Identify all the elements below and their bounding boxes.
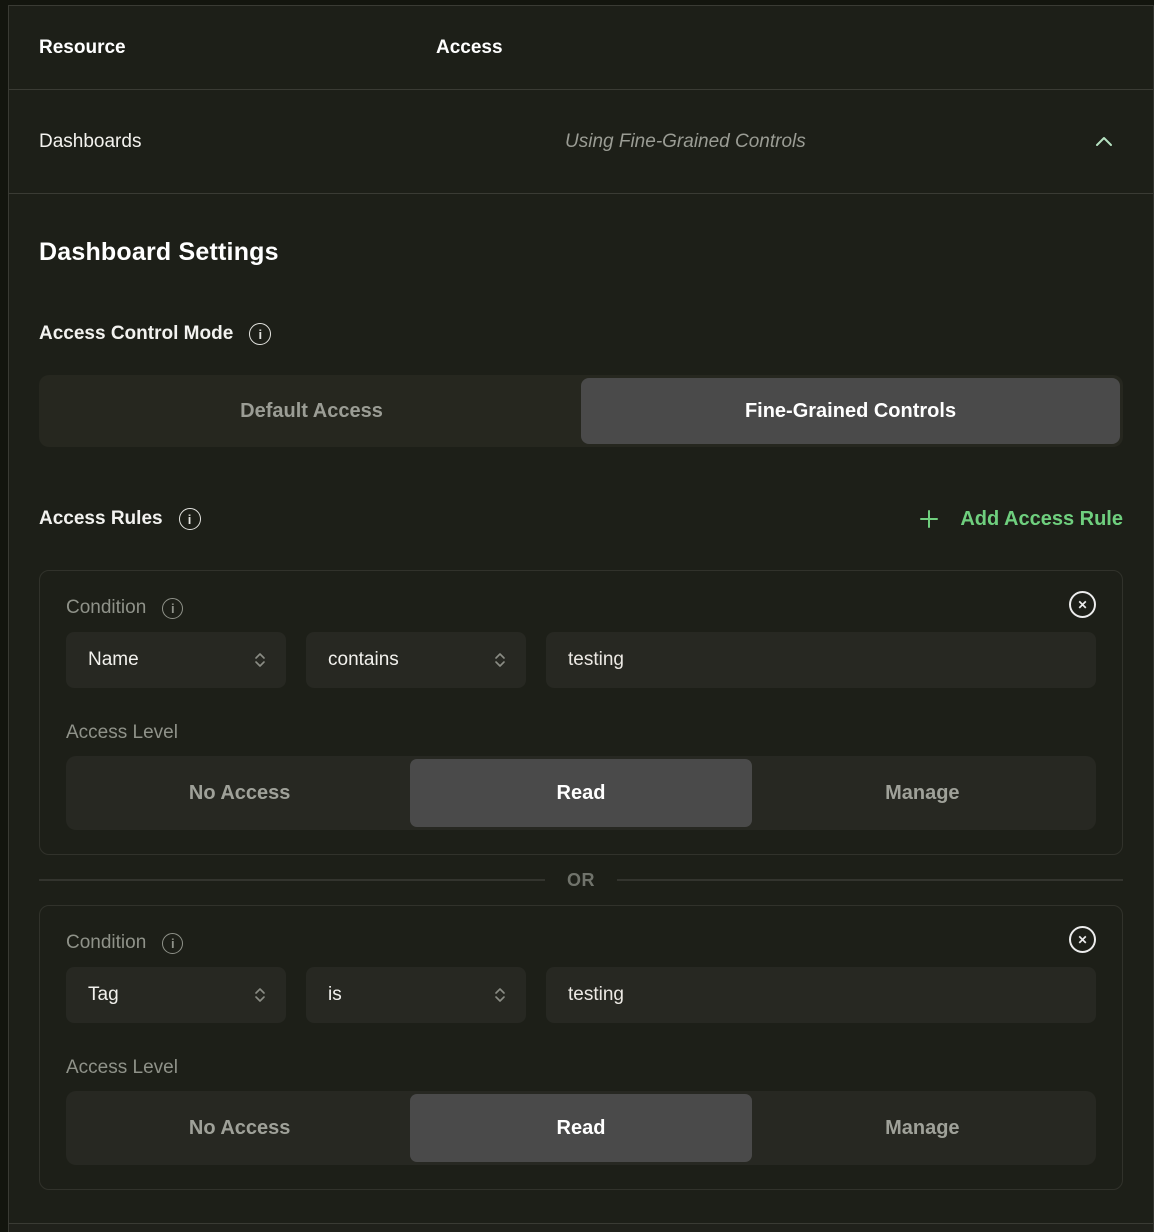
divider-line (39, 879, 545, 881)
chevron-up-icon[interactable] (1091, 129, 1117, 155)
access-rule-card: Condition i ✕ Tag (39, 905, 1123, 1190)
condition-field-select[interactable]: Name (66, 632, 286, 688)
access-summary: Using Fine-Grained Controls (436, 131, 1091, 153)
access-control-mode-row: Access Control Mode i (39, 321, 1123, 347)
condition-label-group: Condition i (66, 930, 183, 956)
rule-card-header: Condition i ✕ (66, 930, 1096, 956)
condition-field-value: Name (88, 649, 139, 671)
condition-operator-select[interactable]: is (306, 967, 526, 1023)
condition-inputs-row: Tag is (66, 967, 1096, 1023)
condition-inputs-row: Name contains (66, 632, 1096, 688)
condition-label: Condition (66, 595, 146, 621)
select-chevrons-icon (252, 986, 268, 1004)
condition-operator-value: contains (328, 649, 399, 671)
access-level-toggle: No Access Read Manage (66, 1091, 1096, 1165)
condition-label-group: Condition i (66, 595, 183, 621)
condition-operator-select[interactable]: contains (306, 632, 526, 688)
access-settings-panel: Resource Access Dashboards Using Fine-Gr… (8, 5, 1154, 1232)
add-access-rule-label: Add Access Rule (960, 508, 1123, 531)
column-header-access: Access (436, 37, 503, 59)
dashboard-settings-section: Dashboard Settings Access Control Mode i… (9, 237, 1153, 1190)
access-rule-card: Condition i ✕ Name (39, 570, 1123, 855)
access-level-label: Access Level (66, 1055, 1096, 1081)
mode-option-fine-grained[interactable]: Fine-Grained Controls (581, 378, 1120, 444)
rule-card-header: Condition i ✕ (66, 595, 1096, 621)
level-option-read[interactable]: Read (410, 1094, 751, 1162)
info-icon[interactable]: i (249, 323, 271, 345)
close-icon: ✕ (1077, 599, 1087, 611)
info-icon[interactable]: i (162, 598, 183, 619)
level-option-manage[interactable]: Manage (752, 1094, 1093, 1162)
remove-rule-button[interactable]: ✕ (1069, 926, 1096, 953)
table-header-row: Resource Access (9, 6, 1153, 90)
divider-line (617, 879, 1123, 881)
access-level-toggle: No Access Read Manage (66, 756, 1096, 830)
condition-value-input[interactable] (546, 967, 1096, 1023)
access-control-mode-toggle: Default Access Fine-Grained Controls (39, 375, 1123, 447)
or-label: OR (567, 870, 595, 891)
level-option-no-access[interactable]: No Access (69, 1094, 410, 1162)
resource-name: Dashboards (39, 131, 436, 153)
access-rules-label-group: Access Rules i (39, 508, 201, 530)
column-header-resource: Resource (39, 37, 436, 59)
mode-option-default-access[interactable]: Default Access (42, 378, 581, 444)
settings-title: Dashboard Settings (39, 237, 1123, 267)
condition-operator-value: is (328, 984, 342, 1006)
condition-field-select[interactable]: Tag (66, 967, 286, 1023)
level-option-no-access[interactable]: No Access (69, 759, 410, 827)
next-row-divider (9, 1223, 1153, 1232)
condition-field-value: Tag (88, 984, 119, 1006)
select-chevrons-icon (492, 651, 508, 669)
select-chevrons-icon (252, 651, 268, 669)
close-icon: ✕ (1077, 934, 1087, 946)
resource-row-dashboards[interactable]: Dashboards Using Fine-Grained Controls (9, 90, 1153, 194)
info-icon[interactable]: i (162, 933, 183, 954)
condition-value-input[interactable] (546, 632, 1096, 688)
condition-label: Condition (66, 930, 146, 956)
add-access-rule-button[interactable]: Add Access Rule (917, 507, 1123, 531)
level-option-read[interactable]: Read (410, 759, 751, 827)
select-chevrons-icon (492, 986, 508, 1004)
access-level-label: Access Level (66, 720, 1096, 746)
plus-icon (917, 507, 941, 531)
info-icon[interactable]: i (179, 508, 201, 530)
access-rules-header: Access Rules i Add Access Rule (39, 504, 1123, 534)
level-option-manage[interactable]: Manage (752, 759, 1093, 827)
access-control-mode-label: Access Control Mode (39, 323, 233, 345)
access-rules-label: Access Rules (39, 508, 163, 530)
or-divider: OR (39, 867, 1123, 893)
remove-rule-button[interactable]: ✕ (1069, 591, 1096, 618)
